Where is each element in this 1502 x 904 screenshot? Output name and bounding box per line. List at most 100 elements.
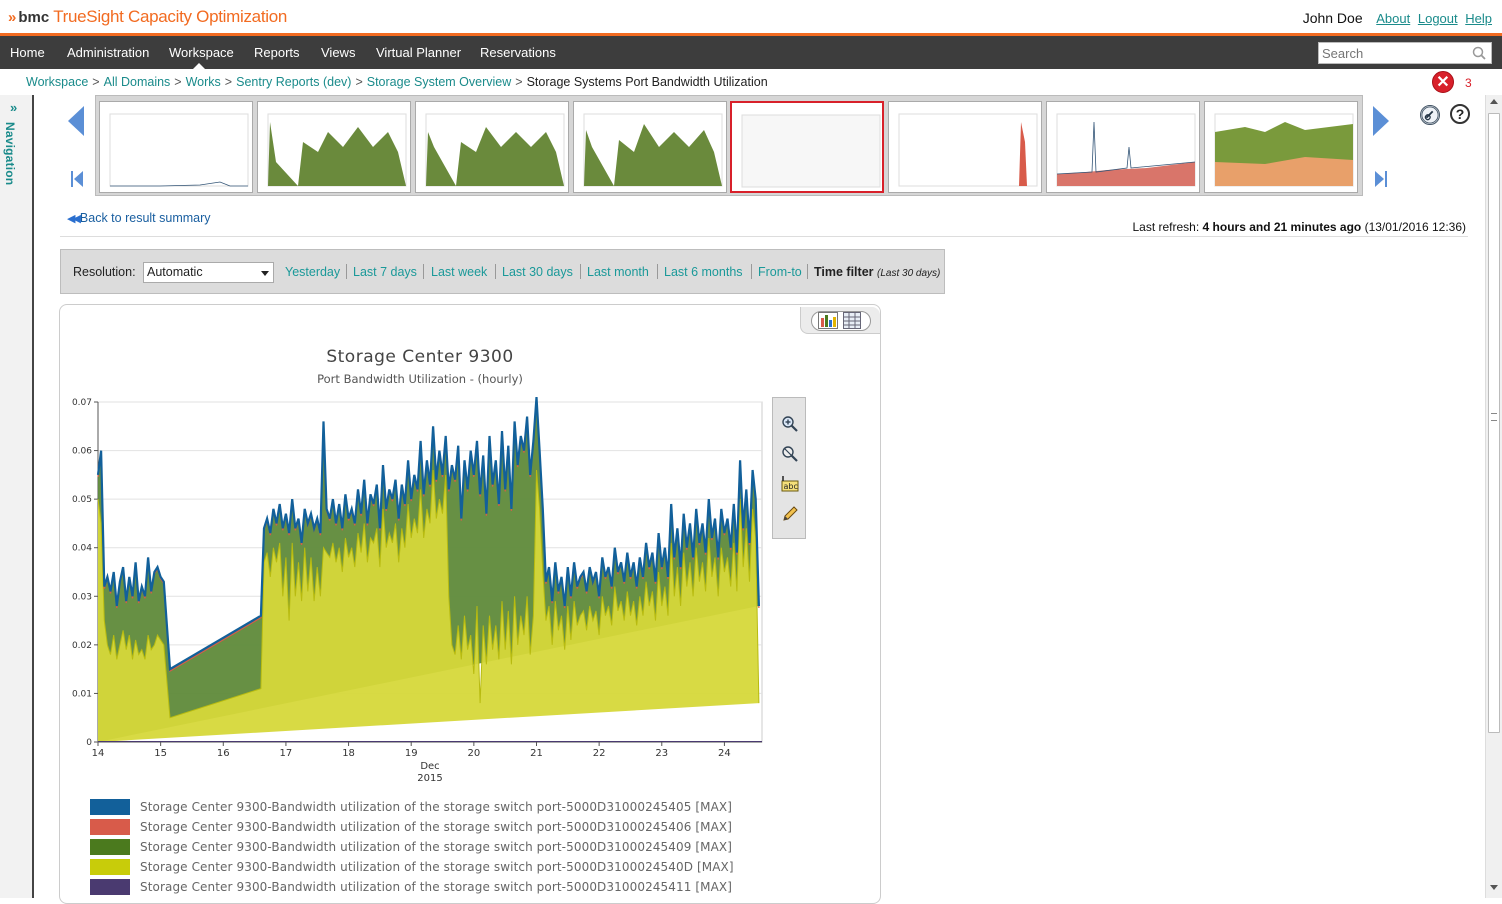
- expand-chevron-icon: »: [10, 100, 18, 115]
- refresh-timestamp: (13/01/2016 12:36): [1364, 220, 1466, 234]
- bmc-mark-icon: »: [8, 8, 17, 26]
- page-scrollbar[interactable]: [1485, 95, 1502, 898]
- resolution-select[interactable]: Automatic: [143, 262, 274, 283]
- x-tick-label: 23: [655, 748, 668, 759]
- breadcrumb-workspace[interactable]: Workspace: [26, 75, 88, 89]
- report-thumbnail[interactable]: [257, 101, 411, 193]
- report-thumbnail[interactable]: [573, 101, 727, 193]
- last-report-icon[interactable]: [1374, 170, 1388, 188]
- filter-from-to[interactable]: From-to: [758, 265, 802, 279]
- y-tick-label: 0.06: [72, 447, 92, 457]
- x-axis-year: 2015: [417, 773, 442, 784]
- back-to-summary-link[interactable]: ◀◀ Back to result summary: [67, 211, 211, 225]
- x-tick-label: 20: [467, 748, 480, 759]
- nav-reports[interactable]: Reports: [254, 36, 300, 69]
- scroll-thumb[interactable]: [1488, 113, 1500, 733]
- zoom-in-icon[interactable]: [781, 415, 799, 433]
- filter-last-7-days[interactable]: Last 7 days: [353, 265, 417, 279]
- breadcrumb-storage-overview[interactable]: Storage System Overview: [367, 75, 512, 89]
- filter-last-6-months[interactable]: Last 6 months: [664, 265, 743, 279]
- search-input[interactable]: [1318, 42, 1492, 64]
- report-thumbnail[interactable]: [99, 101, 253, 193]
- y-tick-label: 0.04: [72, 544, 92, 554]
- x-axis-label: Dec: [420, 761, 439, 772]
- x-tick-label: 17: [280, 748, 293, 759]
- legend-item[interactable]: Storage Center 9300-Bandwidth utilizatio…: [90, 819, 790, 835]
- legend-label: Storage Center 9300-Bandwidth utilizatio…: [140, 800, 733, 814]
- report-thumbnail-selected[interactable]: [730, 101, 884, 193]
- scroll-up-icon[interactable]: [1490, 99, 1498, 104]
- legend-item[interactable]: Storage Center 9300-Bandwidth utilizatio…: [90, 799, 790, 815]
- breadcrumb-all-domains[interactable]: All Domains: [104, 75, 171, 89]
- nav-views[interactable]: Views: [321, 36, 355, 69]
- breadcrumb-sentry-reports[interactable]: Sentry Reports (dev): [236, 75, 351, 89]
- refresh-age: 4 hours and 21 minutes ago: [1202, 220, 1362, 234]
- divider: [60, 236, 1468, 237]
- navigation-panel-toggle[interactable]: » Navigation: [0, 95, 34, 898]
- chart-subtitle: Port Bandwidth Utilization - (hourly): [317, 372, 523, 386]
- previous-report-arrow-icon[interactable]: [68, 106, 84, 136]
- logo[interactable]: » bmc TrueSight Capacity Optimization: [8, 7, 287, 27]
- chart-toolbar: abc: [772, 397, 806, 539]
- top-header: » bmc TrueSight Capacity Optimization Jo…: [0, 0, 1502, 36]
- report-thumbnail[interactable]: [1204, 101, 1358, 193]
- first-report-icon[interactable]: [70, 170, 84, 188]
- product-name: TrueSight Capacity Optimization: [53, 7, 288, 26]
- legend-item[interactable]: Storage Center 9300-Bandwidth utilizatio…: [90, 879, 790, 895]
- link-icon[interactable]: [1420, 105, 1440, 125]
- breadcrumb-works[interactable]: Works: [186, 75, 221, 89]
- zoom-reset-icon[interactable]: [781, 445, 799, 463]
- legend-item[interactable]: Storage Center 9300-Bandwidth utilizatio…: [90, 859, 790, 875]
- y-tick-label: 0.01: [72, 689, 92, 699]
- x-tick-label: 18: [342, 748, 355, 759]
- breadcrumb: Workspace > All Domains > Works > Sentry Repor…: [26, 75, 768, 89]
- labels-icon[interactable]: abc: [781, 475, 799, 493]
- chart-plot[interactable]: 0 0.01 0.02 0.03 0.04 0.05 0.06 0.07 14 15 16 17 18 1…: [60, 390, 780, 790]
- x-tick-label: 24: [718, 748, 731, 759]
- scroll-grip: [1491, 413, 1497, 421]
- search-icon[interactable]: [1472, 46, 1486, 60]
- breadcrumb-separator: >: [224, 75, 233, 89]
- filter-separator: [657, 264, 658, 279]
- report-thumbnail[interactable]: [888, 101, 1042, 193]
- chart-view-icon[interactable]: [818, 312, 838, 329]
- legend-label: Storage Center 9300-Bandwidth utilizatio…: [140, 840, 733, 854]
- legend-label: Storage Center 9300-Bandwidth utilizatio…: [140, 880, 733, 894]
- svg-text:abc: abc: [784, 482, 798, 491]
- x-tick-label: 21: [530, 748, 543, 759]
- y-tick-label: 0: [86, 738, 92, 748]
- alert-count[interactable]: 3: [1465, 76, 1472, 90]
- filter-separator: [807, 264, 808, 279]
- logout-link[interactable]: Logout: [1418, 11, 1458, 26]
- back-link-label: Back to result summary: [79, 211, 211, 225]
- report-thumbnail[interactable]: [1046, 101, 1200, 193]
- chart-title: Storage Center 9300: [326, 347, 514, 367]
- legend-swatch: [90, 819, 130, 835]
- help-link[interactable]: Help: [1465, 11, 1492, 26]
- filter-last-week[interactable]: Last week: [431, 265, 487, 279]
- time-filter-value: (Last 30 days): [877, 268, 941, 279]
- nav-reservations[interactable]: Reservations: [480, 36, 556, 69]
- resolution-value: Automatic: [147, 265, 203, 279]
- help-icon[interactable]: ?: [1450, 104, 1470, 124]
- breadcrumb-separator: >: [92, 75, 100, 89]
- filter-separator: [346, 264, 347, 279]
- nav-home[interactable]: Home: [10, 36, 45, 69]
- report-thumbnail-strip: [95, 95, 1363, 196]
- report-thumbnail[interactable]: [415, 101, 569, 193]
- nav-administration[interactable]: Administration: [67, 36, 149, 69]
- refresh-label: Last refresh:: [1132, 220, 1200, 234]
- next-report-arrow-icon[interactable]: [1373, 106, 1389, 136]
- table-view-icon[interactable]: [843, 312, 861, 329]
- error-icon[interactable]: ✕: [1432, 71, 1454, 93]
- logo-brand: bmc: [18, 8, 50, 26]
- nav-virtual-planner[interactable]: Virtual Planner: [376, 36, 461, 69]
- filter-last-30-days[interactable]: Last 30 days: [502, 265, 573, 279]
- filter-yesterday[interactable]: Yesterday: [285, 265, 340, 279]
- filter-last-month[interactable]: Last month: [587, 265, 649, 279]
- back-arrow-icon: ◀◀: [67, 212, 81, 225]
- edit-icon[interactable]: [781, 505, 799, 523]
- legend-item[interactable]: Storage Center 9300-Bandwidth utilizatio…: [90, 839, 790, 855]
- scroll-down-icon[interactable]: [1490, 885, 1498, 890]
- about-link[interactable]: About: [1376, 11, 1410, 26]
